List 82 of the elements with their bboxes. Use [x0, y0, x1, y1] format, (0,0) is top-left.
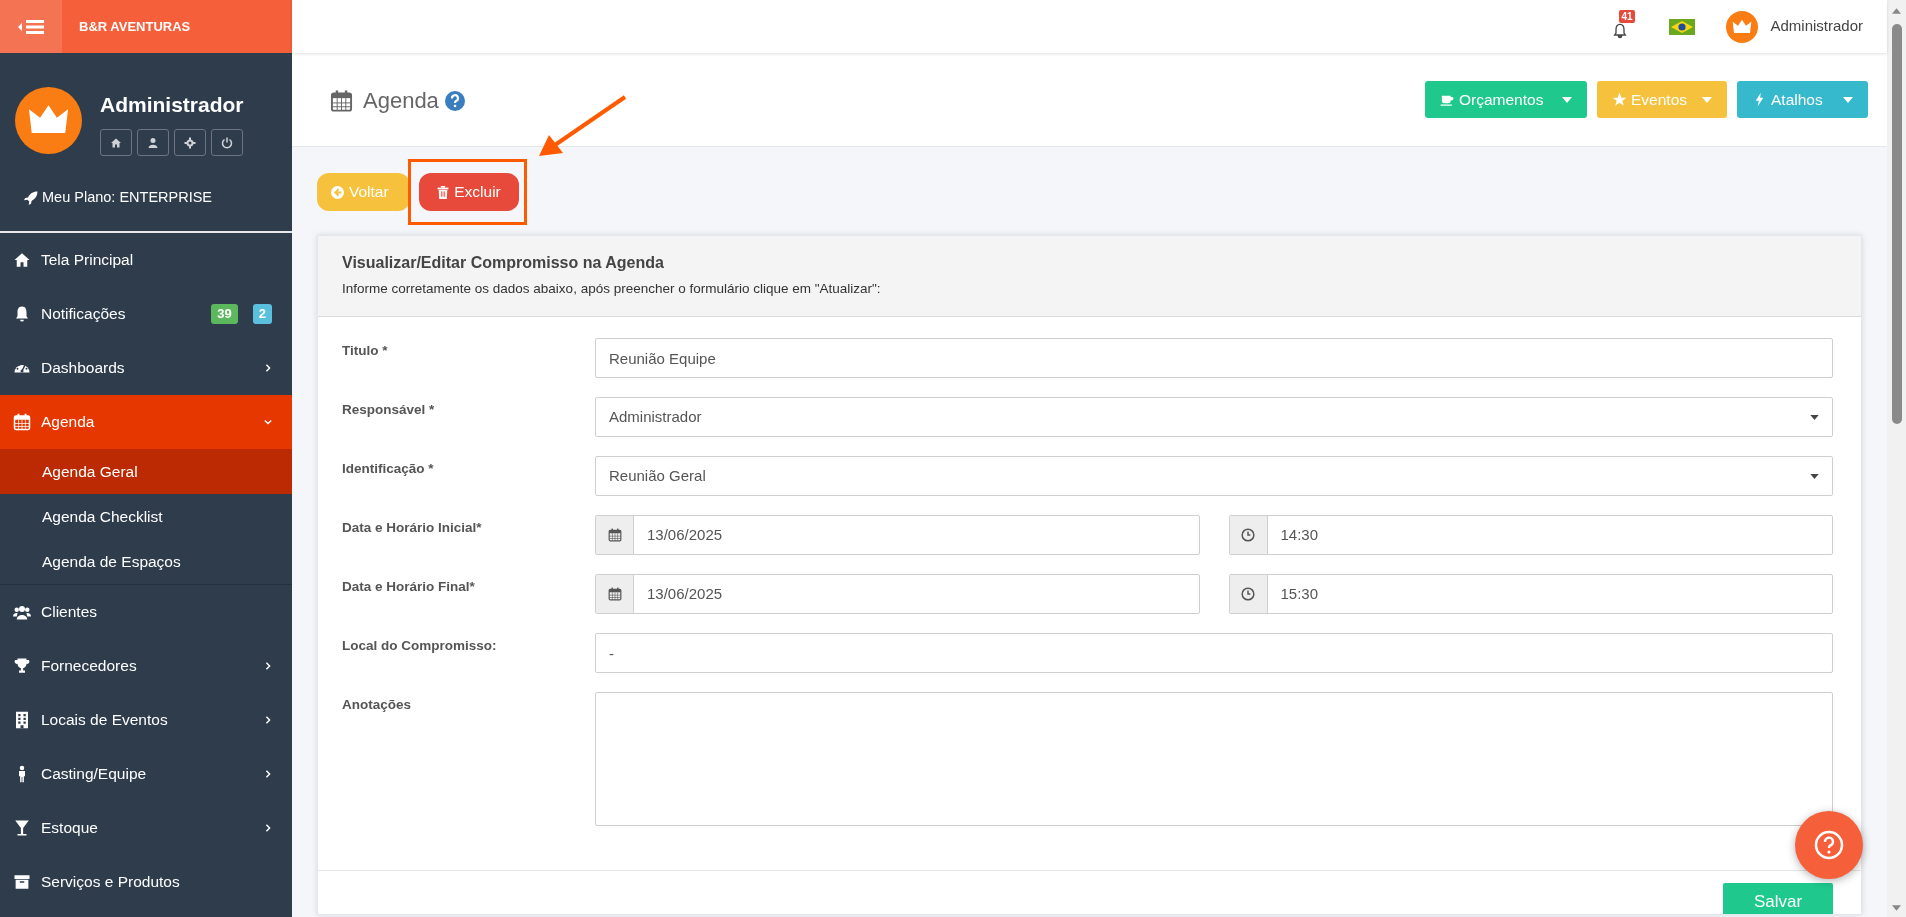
- logout-button[interactable]: [211, 129, 243, 156]
- caret-down-icon: [1843, 96, 1853, 103]
- users-icon: [13, 603, 31, 621]
- count-badge: 39: [211, 304, 238, 324]
- sidebar-item[interactable]: Locais de Eventos: [0, 693, 292, 747]
- arrow-up-icon: [1892, 8, 1901, 14]
- sidebar-item[interactable]: Estoque: [0, 801, 292, 855]
- submenu-item[interactable]: Agenda Checklist: [0, 494, 292, 539]
- sidebar-item[interactable]: Serviços e Produtos: [0, 855, 292, 909]
- glass-icon: [13, 819, 31, 837]
- card-title: Visualizar/Editar Compromisso na Agenda: [342, 253, 665, 273]
- field-label: Identificação *: [342, 460, 435, 478]
- submenu-item[interactable]: Agenda de Espaços: [0, 539, 292, 584]
- user-name[interactable]: Administrador: [1770, 15, 1863, 38]
- bell-icon: [13, 305, 31, 323]
- help-icon[interactable]: [444, 90, 465, 111]
- arrow-down-icon: [1892, 905, 1901, 911]
- sidebar-item[interactable]: Clientes: [0, 585, 292, 639]
- profile-button[interactable]: [137, 129, 169, 156]
- archive-icon: [13, 873, 31, 891]
- home-button[interactable]: [100, 129, 132, 156]
- brand-name: B&R AVENTURAS: [79, 17, 191, 36]
- plan-label: Meu Plano: ENTERPRISE: [42, 188, 213, 208]
- gear-icon: [184, 136, 196, 149]
- card-subtitle: Informe corretamente os dados abaixo, após preencher o formulário clique em "Atualizar":: [342, 280, 882, 298]
- sidebar-item[interactable]: Agenda: [0, 395, 292, 449]
- page-title: Agenda: [363, 87, 439, 115]
- field-label: Titulo *: [342, 342, 389, 360]
- field-label: Data e Horário Inicial*: [342, 519, 483, 537]
- scrollbar-thumb[interactable]: [1891, 24, 1902, 424]
- sidebar-item[interactable]: Notificações 39 2: [0, 287, 292, 341]
- submenu-item[interactable]: Agenda Geral: [0, 449, 292, 494]
- bell-icon[interactable]: [1612, 22, 1629, 39]
- trash-icon: [437, 185, 450, 199]
- select-field[interactable]: Reunião Geral: [595, 456, 1833, 496]
- menu-toggle-button[interactable]: [0, 0, 62, 53]
- sidebar-item[interactable]: Fornecedores: [0, 639, 292, 693]
- delete-button[interactable]: Excluir: [419, 173, 519, 211]
- home-icon: [13, 251, 31, 269]
- date-field[interactable]: 13/06/2025: [595, 515, 1200, 555]
- field-label: Responsável *: [342, 401, 436, 419]
- time-field[interactable]: 14:30: [1228, 515, 1833, 555]
- select-field[interactable]: Administrador: [595, 397, 1833, 437]
- trophy-icon: [13, 657, 31, 675]
- building-icon: [13, 711, 31, 729]
- field-label: Anotações: [342, 696, 413, 714]
- star-icon: [1612, 92, 1627, 107]
- text-field[interactable]: -: [595, 633, 1833, 673]
- avatar: [15, 87, 82, 154]
- avatar: [1726, 10, 1759, 43]
- clock-icon: [1241, 587, 1255, 601]
- calendar-icon: [330, 88, 353, 113]
- notes-field[interactable]: [595, 692, 1833, 826]
- menu-icon: [18, 18, 44, 35]
- profile-name: Administrador: [100, 92, 244, 118]
- count-badge: 2: [252, 304, 272, 324]
- caret-down-icon: [1702, 96, 1712, 103]
- user-icon: [147, 136, 159, 149]
- arrow-left-icon: [331, 185, 344, 199]
- time-field[interactable]: 15:30: [1228, 574, 1833, 614]
- scrollbar[interactable]: [1887, 0, 1906, 917]
- notification-badge: 41: [1619, 9, 1635, 23]
- sidebar-item[interactable]: Dashboards: [0, 341, 292, 395]
- caret-down-icon: [1810, 414, 1819, 420]
- calendar-icon: [607, 587, 622, 601]
- settings-button[interactable]: [174, 129, 206, 156]
- sidebar-item[interactable]: Casting/Equipe: [0, 747, 292, 801]
- power-icon: [221, 136, 233, 149]
- field-label: Data e Horário Final*: [342, 578, 476, 596]
- home-icon: [110, 136, 122, 149]
- clock-icon: [1241, 528, 1255, 542]
- date-field[interactable]: 13/06/2025: [595, 574, 1200, 614]
- caret-down-icon: [1562, 96, 1572, 103]
- field-label: Local do Compromisso:: [342, 637, 498, 655]
- text-field[interactable]: Reunião Equipe: [595, 338, 1833, 378]
- flag-icon: [1669, 18, 1696, 35]
- calendar-icon: [13, 413, 31, 431]
- rocket-icon: [24, 191, 38, 205]
- help-icon: [1814, 830, 1844, 860]
- sidebar-item[interactable]: Tela Principal: [0, 233, 292, 287]
- calendar-icon: [607, 528, 622, 542]
- caret-down-icon: [1810, 473, 1819, 479]
